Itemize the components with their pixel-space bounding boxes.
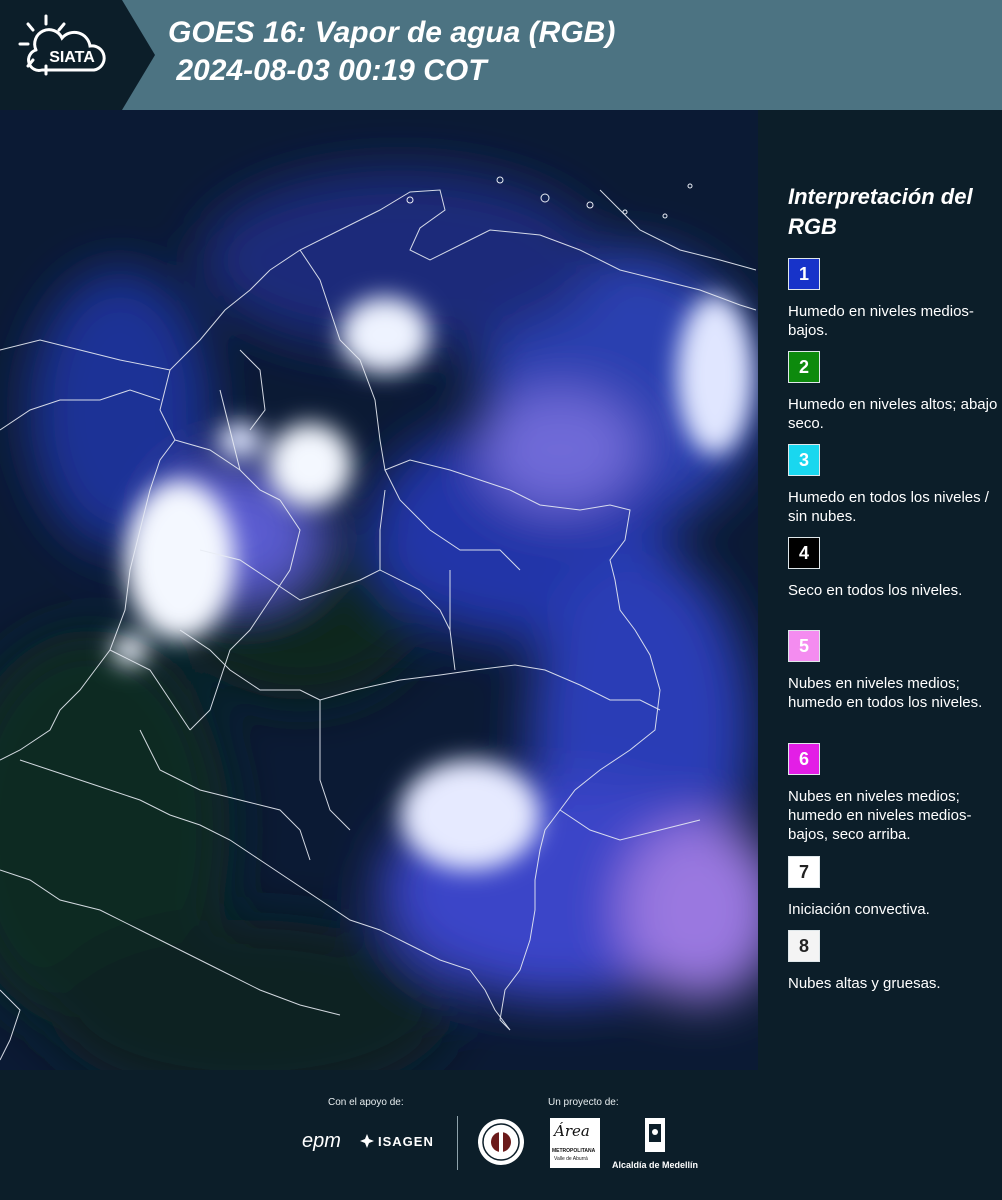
header-bar: SIATA GOES 16: Vapor de agua (RGB) 2024-…	[0, 0, 1002, 110]
legend-item-5: 5 Nubes en niveles medios; humedo en tod…	[788, 630, 998, 712]
legend-item-4: 4 Seco en todos los niveles.	[788, 537, 998, 600]
support-label: Con el apoyo de:	[328, 1097, 404, 1108]
legend-swatch-2: 2	[788, 351, 820, 383]
legend-item-3: 3 Humedo en todos los niveles / sin nube…	[788, 444, 998, 526]
rgb-legend-panel: Interpretación del RGB 1 Humedo en nivel…	[760, 110, 1002, 1070]
page-title: GOES 16: Vapor de agua (RGB) 2024-08-03 …	[168, 14, 615, 90]
legend-item-6: 6 Nubes en niveles medios; humedo en niv…	[788, 743, 998, 844]
legend-text-2: Humedo en niveles altos; abajo seco.	[788, 396, 998, 432]
footer-sponsors: Con el apoyo de: Un proyecto de: epm ISA…	[0, 1070, 1002, 1200]
isagen-icon	[360, 1134, 374, 1148]
legend-swatch-4: 4	[788, 537, 820, 569]
medellin-coat-of-arms-icon	[641, 1116, 669, 1156]
legend-text-1: Humedo en niveles medios-bajos.	[788, 303, 974, 339]
legend-swatch-5: 5	[788, 630, 820, 662]
legend-swatch-6: 6	[788, 743, 820, 775]
legend-text-7: Iniciación convectiva.	[788, 901, 930, 918]
legend-text-8: Nubes altas y gruesas.	[788, 975, 941, 992]
logo-text: SIATA	[49, 49, 95, 66]
footer-divider	[457, 1116, 458, 1170]
siata-logo[interactable]: SIATA	[0, 0, 155, 110]
medellin-logo-text[interactable]: Alcaldía de Medellín	[612, 1160, 698, 1170]
epm-logo[interactable]: epm	[302, 1130, 341, 1153]
legend-item-8: 8 Nubes altas y gruesas.	[788, 930, 998, 993]
area-script-text: Área	[554, 1122, 590, 1140]
title-line-1: GOES 16: Vapor de agua (RGB)	[168, 16, 616, 49]
project-label: Un proyecto de:	[548, 1097, 619, 1108]
area-line-2: Valle de Aburrá	[554, 1156, 588, 1162]
legend-text-4: Seco en todos los niveles.	[788, 582, 963, 599]
legend-swatch-7: 7	[788, 856, 820, 888]
legend-text-6: Nubes en niveles medios; humedo en nivel…	[788, 788, 972, 843]
legend-swatch-1: 1	[788, 258, 820, 290]
legend-item-2: 2 Humedo en niveles altos; abajo seco.	[788, 351, 998, 433]
water-vapor-image	[0, 110, 758, 1070]
satellite-map[interactable]	[0, 110, 758, 1070]
legend-item-1: 1 Humedo en niveles medios-bajos.	[788, 258, 998, 340]
legend-text-3: Humedo en todos los niveles / sin nubes.	[788, 489, 989, 525]
university-seal-icon[interactable]	[477, 1118, 525, 1166]
title-line-2: 2024-08-03 00:19 COT	[168, 54, 487, 87]
area-metropolitana-logo[interactable]: Área METROPOLITANA Valle de Aburrá	[550, 1118, 600, 1168]
isagen-logo[interactable]: ISAGEN	[378, 1134, 434, 1149]
legend-title: Interpretación del RGB	[788, 184, 973, 239]
legend-swatch-8: 8	[788, 930, 820, 962]
legend-text-5: Nubes en niveles medios; humedo en todos…	[788, 675, 983, 711]
legend-item-7: 7 Iniciación convectiva.	[788, 856, 998, 919]
area-line-1: METROPOLITANA	[552, 1148, 596, 1154]
legend-swatch-3: 3	[788, 444, 820, 476]
